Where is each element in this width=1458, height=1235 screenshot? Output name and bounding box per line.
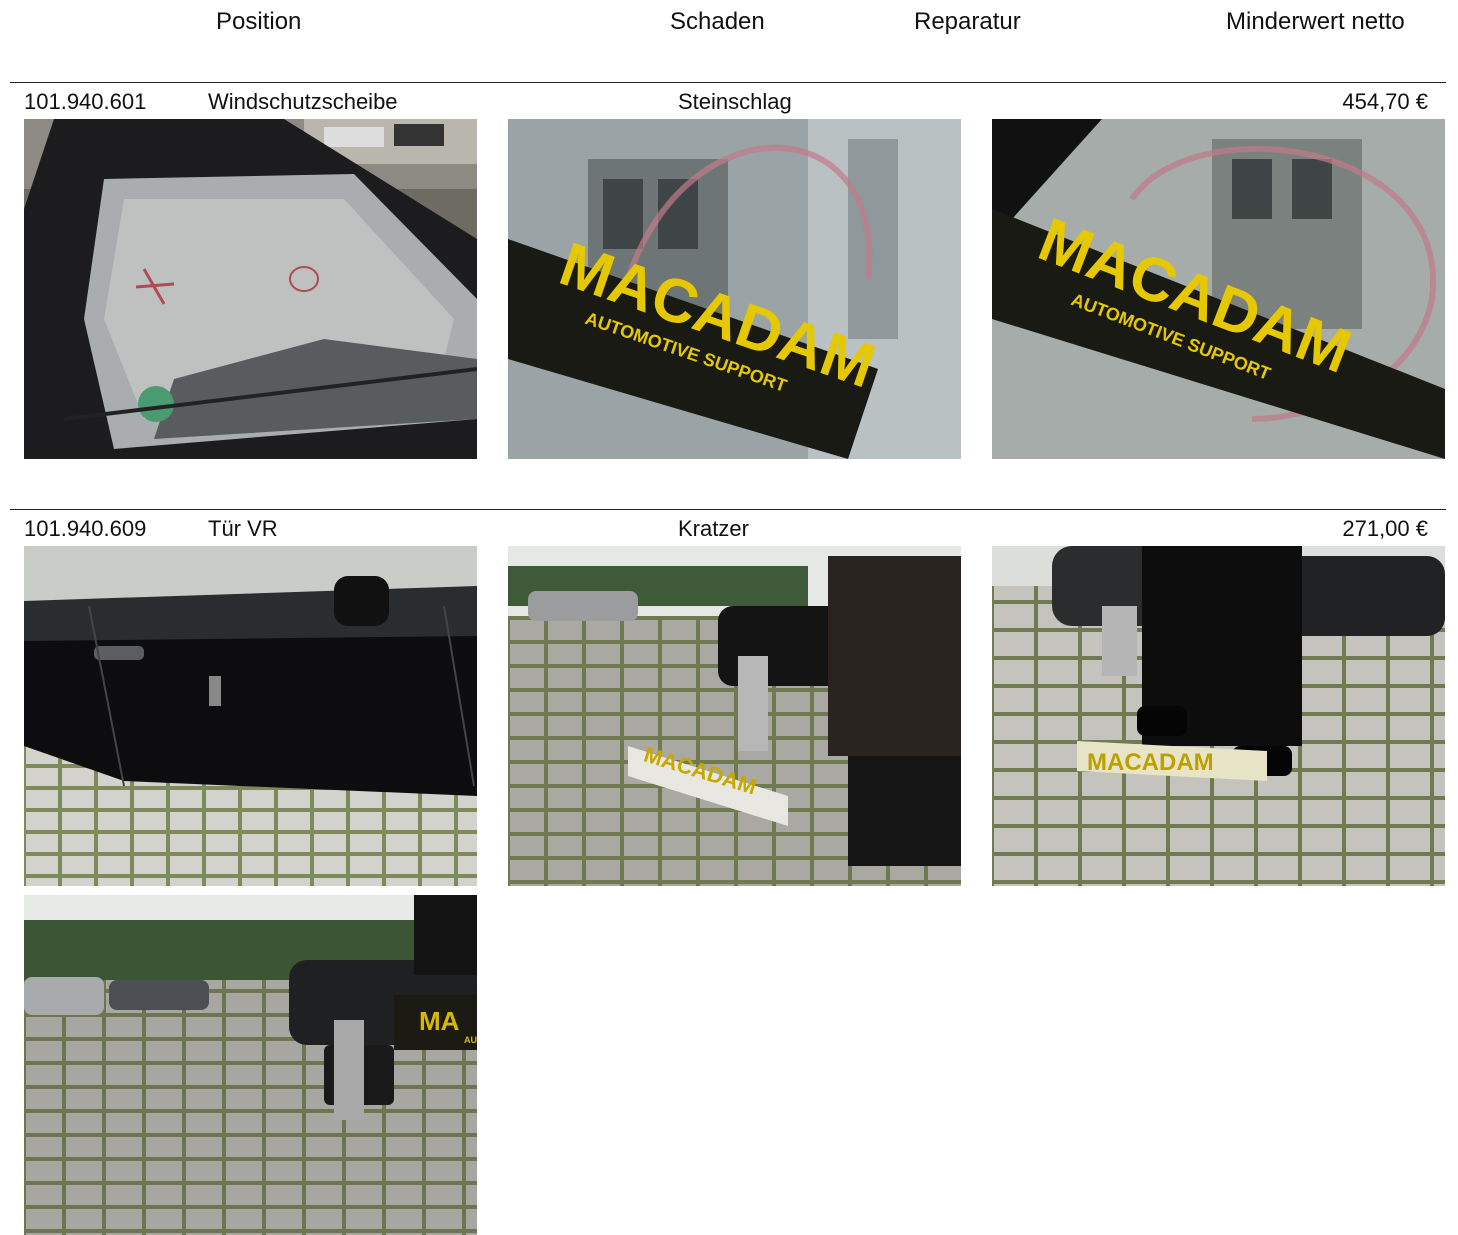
depreciation-value: 271,00 € (1342, 516, 1428, 541)
damage-photo: MACADAM AUTOMOTIVE SUPPORT (508, 119, 961, 459)
damage-photo (24, 119, 477, 459)
col-header-reparatur: Reparatur (914, 8, 1021, 35)
damage-type: Kratzer (678, 516, 749, 541)
damage-photo: MACADAM (992, 546, 1445, 886)
depreciation-value: 454,70 € (1342, 89, 1428, 114)
col-header-position: Position (216, 8, 302, 35)
ruler-sub-text: AUTO (464, 1035, 477, 1045)
position-part: Tür VR (208, 516, 278, 541)
damage-photo (24, 546, 477, 886)
row-divider (10, 82, 1446, 83)
ruler-brand-text: MACADAM (1087, 749, 1214, 776)
row-divider (10, 509, 1446, 510)
damage-photo: MA AUTO (24, 895, 477, 1235)
damage-photo: MACADAM AUTOMOTIVE SUPPORT (992, 119, 1445, 459)
position-code: 101.940.601 (24, 89, 147, 114)
damage-photo: MACADAM (508, 546, 961, 886)
position-part: Windschutzscheibe (208, 89, 398, 114)
ruler-brand-text: MA (419, 1006, 460, 1036)
col-header-minderwert: Minderwert netto (1226, 8, 1405, 35)
position-code: 101.940.609 (24, 516, 147, 541)
damage-type: Steinschlag (678, 89, 792, 114)
col-header-schaden: Schaden (670, 8, 765, 35)
